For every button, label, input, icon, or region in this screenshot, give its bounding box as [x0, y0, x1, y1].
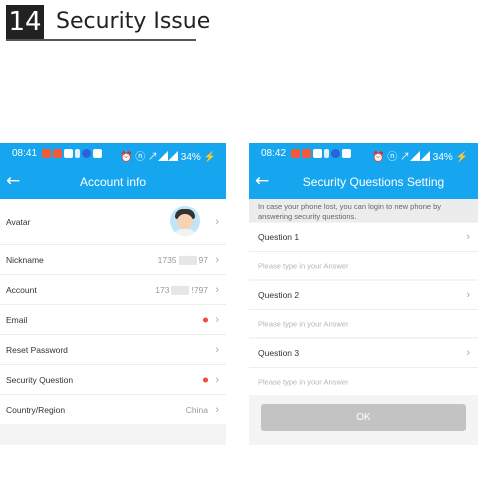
question-block-2: Question 2 › Please type in your Answer	[249, 281, 478, 337]
status-system-icons: ⏰ ⓝ ↗◢◢ 34% ⚡	[371, 152, 468, 163]
row-avatar[interactable]: Avatar ›	[0, 199, 226, 245]
screen-title: Account info	[79, 175, 147, 189]
row-label: Country/Region	[6, 404, 66, 415]
security-note: In case your phone lost, you can login t…	[249, 199, 478, 222]
chevron-right-icon: ›	[215, 403, 219, 416]
app-notification-icon	[82, 149, 91, 158]
question-2-selector[interactable]: Question 2 ›	[249, 281, 478, 310]
question-1-selector[interactable]: Question 1 ›	[249, 223, 478, 252]
red-dot-indicator	[203, 317, 208, 322]
question-block-3: Question 3 › Please type in your Answer	[249, 339, 478, 395]
screen-title: Security Questions Setting	[302, 175, 445, 189]
answer-2-input[interactable]: Please type in your Answer	[249, 310, 478, 337]
row-label: Security Question	[6, 374, 74, 385]
app-notification-icon	[64, 149, 73, 158]
chevron-right-icon: ›	[466, 347, 470, 359]
app-notification-icon	[291, 149, 300, 158]
app-notification-icon	[331, 149, 340, 158]
row-label: Account	[6, 284, 37, 295]
notification-icons	[291, 149, 353, 160]
app-notification-icon	[324, 149, 329, 158]
status-bar: 08:41 ⏰ ⓝ ↗◢◢ 34% ⚡	[0, 143, 226, 165]
app-notification-icon	[313, 149, 322, 158]
app-notification-icon	[302, 149, 311, 158]
answer-1-input[interactable]: Please type in your Answer	[249, 252, 478, 279]
row-account[interactable]: Account 173 !797 ›	[0, 275, 226, 305]
chevron-right-icon: ›	[466, 289, 470, 301]
back-arrow-icon[interactable]: ←	[255, 171, 269, 191]
answer-placeholder: Please type in your Answer	[258, 377, 349, 386]
ok-button[interactable]: OK	[261, 404, 466, 431]
step-title: Security Issue	[56, 9, 211, 34]
account-value: 173 !797	[155, 284, 208, 295]
question-3-selector[interactable]: Question 3 ›	[249, 339, 478, 368]
question-label: Question 2	[258, 290, 300, 300]
red-dot-indicator	[203, 377, 208, 382]
status-system-icons: ⏰ ⓝ ↗◢◢ 34% ⚡	[119, 152, 216, 163]
status-time: 08:42	[261, 148, 287, 159]
answer-placeholder: Please type in your Answer	[258, 261, 349, 270]
row-nickname[interactable]: Nickname 1735 97 ›	[0, 245, 226, 275]
chevron-right-icon: ›	[215, 253, 219, 266]
chevron-right-icon: ›	[215, 215, 219, 228]
chevron-right-icon: ›	[466, 231, 470, 243]
notification-icons	[42, 149, 104, 160]
chevron-right-icon: ›	[215, 343, 219, 356]
chevron-right-icon: ›	[215, 373, 219, 386]
account-info-list: Avatar › Nickname 1735 97 › Account 173 !7…	[0, 199, 226, 424]
row-email[interactable]: Email ›	[0, 305, 226, 335]
question-label: Question 1	[258, 232, 300, 242]
step-number-badge: 14	[6, 5, 44, 39]
nickname-value: 1735 97	[157, 254, 208, 265]
row-label: Avatar	[6, 216, 31, 227]
title-bar: ← Security Questions Setting	[249, 165, 478, 199]
chevron-right-icon: ›	[215, 313, 219, 326]
row-label: Reset Password	[6, 344, 68, 355]
row-security-question[interactable]: Security Question ›	[0, 365, 226, 395]
answer-placeholder: Please type in your Answer	[258, 319, 349, 328]
question-block-1: Question 1 › Please type in your Answer	[249, 223, 478, 279]
title-underline	[6, 39, 196, 41]
avatar[interactable]	[170, 206, 200, 236]
app-notification-icon	[342, 149, 351, 158]
app-notification-icon	[75, 149, 80, 158]
row-label: Nickname	[6, 254, 44, 265]
row-country-region[interactable]: Country/Region China ›	[0, 395, 226, 424]
title-bar: ← Account info	[0, 165, 226, 199]
status-bar: 08:42 ⏰ ⓝ ↗◢◢ 34% ⚡	[249, 143, 478, 165]
row-reset-password[interactable]: Reset Password ›	[0, 335, 226, 365]
answer-3-input[interactable]: Please type in your Answer	[249, 368, 478, 395]
app-notification-icon	[42, 149, 51, 158]
account-info-screen: 08:41 ⏰ ⓝ ↗◢◢ 34% ⚡ ← Account info Avata…	[0, 143, 226, 445]
row-label: Email	[6, 314, 28, 325]
app-notification-icon	[53, 149, 62, 158]
country-value: China	[185, 404, 208, 415]
security-questions-screen: 08:42 ⏰ ⓝ ↗◢◢ 34% ⚡ ← Security Questions…	[249, 143, 478, 445]
app-notification-icon	[93, 149, 102, 158]
chevron-right-icon: ›	[215, 283, 219, 296]
status-time: 08:41	[12, 148, 38, 159]
question-label: Question 3	[258, 348, 300, 358]
